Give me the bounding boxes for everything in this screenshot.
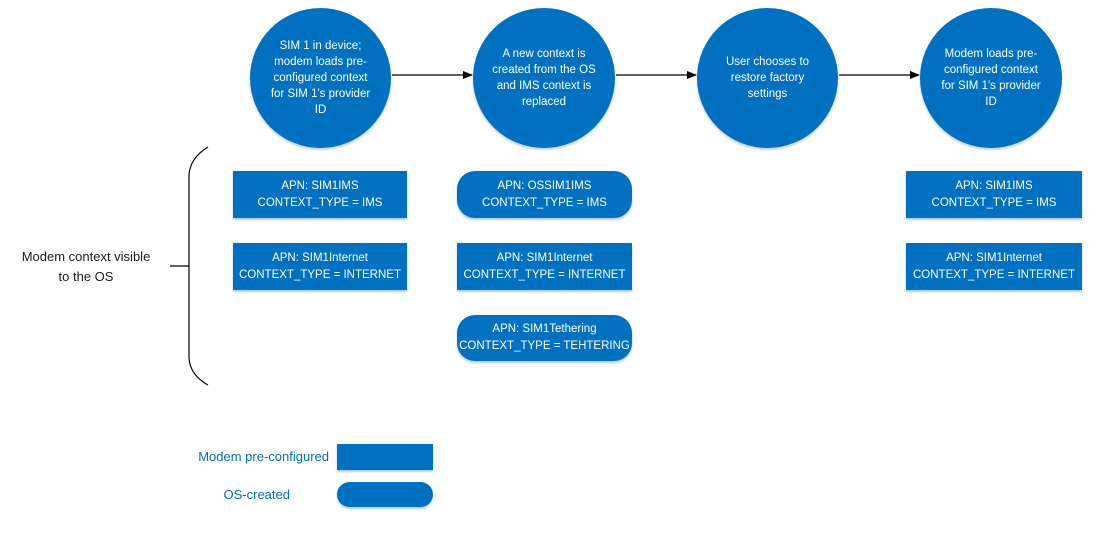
context-type: CONTEXT_TYPE = INTERNET xyxy=(913,268,1075,281)
context-type: CONTEXT_TYPE = INTERNET xyxy=(463,268,626,281)
context-box-modem-preconfigured: APN: SIM1Internet CONTEXT_TYPE = INTERNE… xyxy=(457,243,632,290)
context-box-modem-preconfigured: APN: SIM1IMS CONTEXT_TYPE = IMS xyxy=(906,171,1082,218)
context-box-modem-preconfigured: APN: SIM1IMS CONTEXT_TYPE = IMS xyxy=(233,171,407,218)
legend-swatch-modem-preconfigured xyxy=(337,444,433,470)
context-apn: APN: SIM1Internet xyxy=(946,251,1042,264)
step-2-text: A new context is created from the OS and… xyxy=(492,48,596,108)
step-3-text: User chooses to restore factory settings xyxy=(725,56,810,100)
context-type: CONTEXT_TYPE = IMS xyxy=(482,196,607,209)
step-circle-1: SIM 1 in device; modem loads pre- config… xyxy=(250,8,391,148)
legend-swatch-os-created xyxy=(337,482,433,507)
step-1-text: SIM 1 in device; modem loads pre- config… xyxy=(270,40,371,116)
step-circle-4: Modem loads pre- configured context for … xyxy=(920,8,1062,148)
context-type: CONTEXT_TYPE = TEHTERING xyxy=(459,340,630,352)
context-apn: APN: SIM1IMS xyxy=(281,179,359,192)
context-type: CONTEXT_TYPE = INTERNET xyxy=(239,268,401,281)
context-apn: APN: SIM1Internet xyxy=(272,251,368,264)
context-apn: APN: SIM1IMS xyxy=(955,179,1033,192)
context-type: CONTEXT_TYPE = IMS xyxy=(257,196,383,209)
step-4-text: Modem loads pre- configured context for … xyxy=(941,48,1041,108)
modem-context-label: Modem context visible to the OS xyxy=(21,249,151,284)
context-box-modem-preconfigured: APN: SIM1Internet CONTEXT_TYPE = INTERNE… xyxy=(233,243,407,290)
context-apn: APN: SIM1Internet xyxy=(496,251,593,264)
context-box-os-created: APN: SIM1Tethering CONTEXT_TYPE = TEHTER… xyxy=(457,315,632,361)
legend-label-os-created: OS-created xyxy=(223,487,290,502)
context-box-modem-preconfigured: APN: SIM1Internet CONTEXT_TYPE = INTERNE… xyxy=(906,243,1082,290)
legend-label-modem-preconfigured: Modem pre-configured xyxy=(198,449,329,464)
context-type: CONTEXT_TYPE = IMS xyxy=(931,196,1057,209)
context-apn: APN: OSSIM1IMS xyxy=(497,179,592,192)
step-circle-2: A new context is created from the OS and… xyxy=(473,8,615,148)
context-box-os-created: APN: OSSIM1IMS CONTEXT_TYPE = IMS xyxy=(457,171,632,218)
step-circle-3: User chooses to restore factory settings xyxy=(697,8,838,148)
context-brace xyxy=(188,146,209,386)
context-apn: APN: SIM1Tethering xyxy=(492,323,597,335)
